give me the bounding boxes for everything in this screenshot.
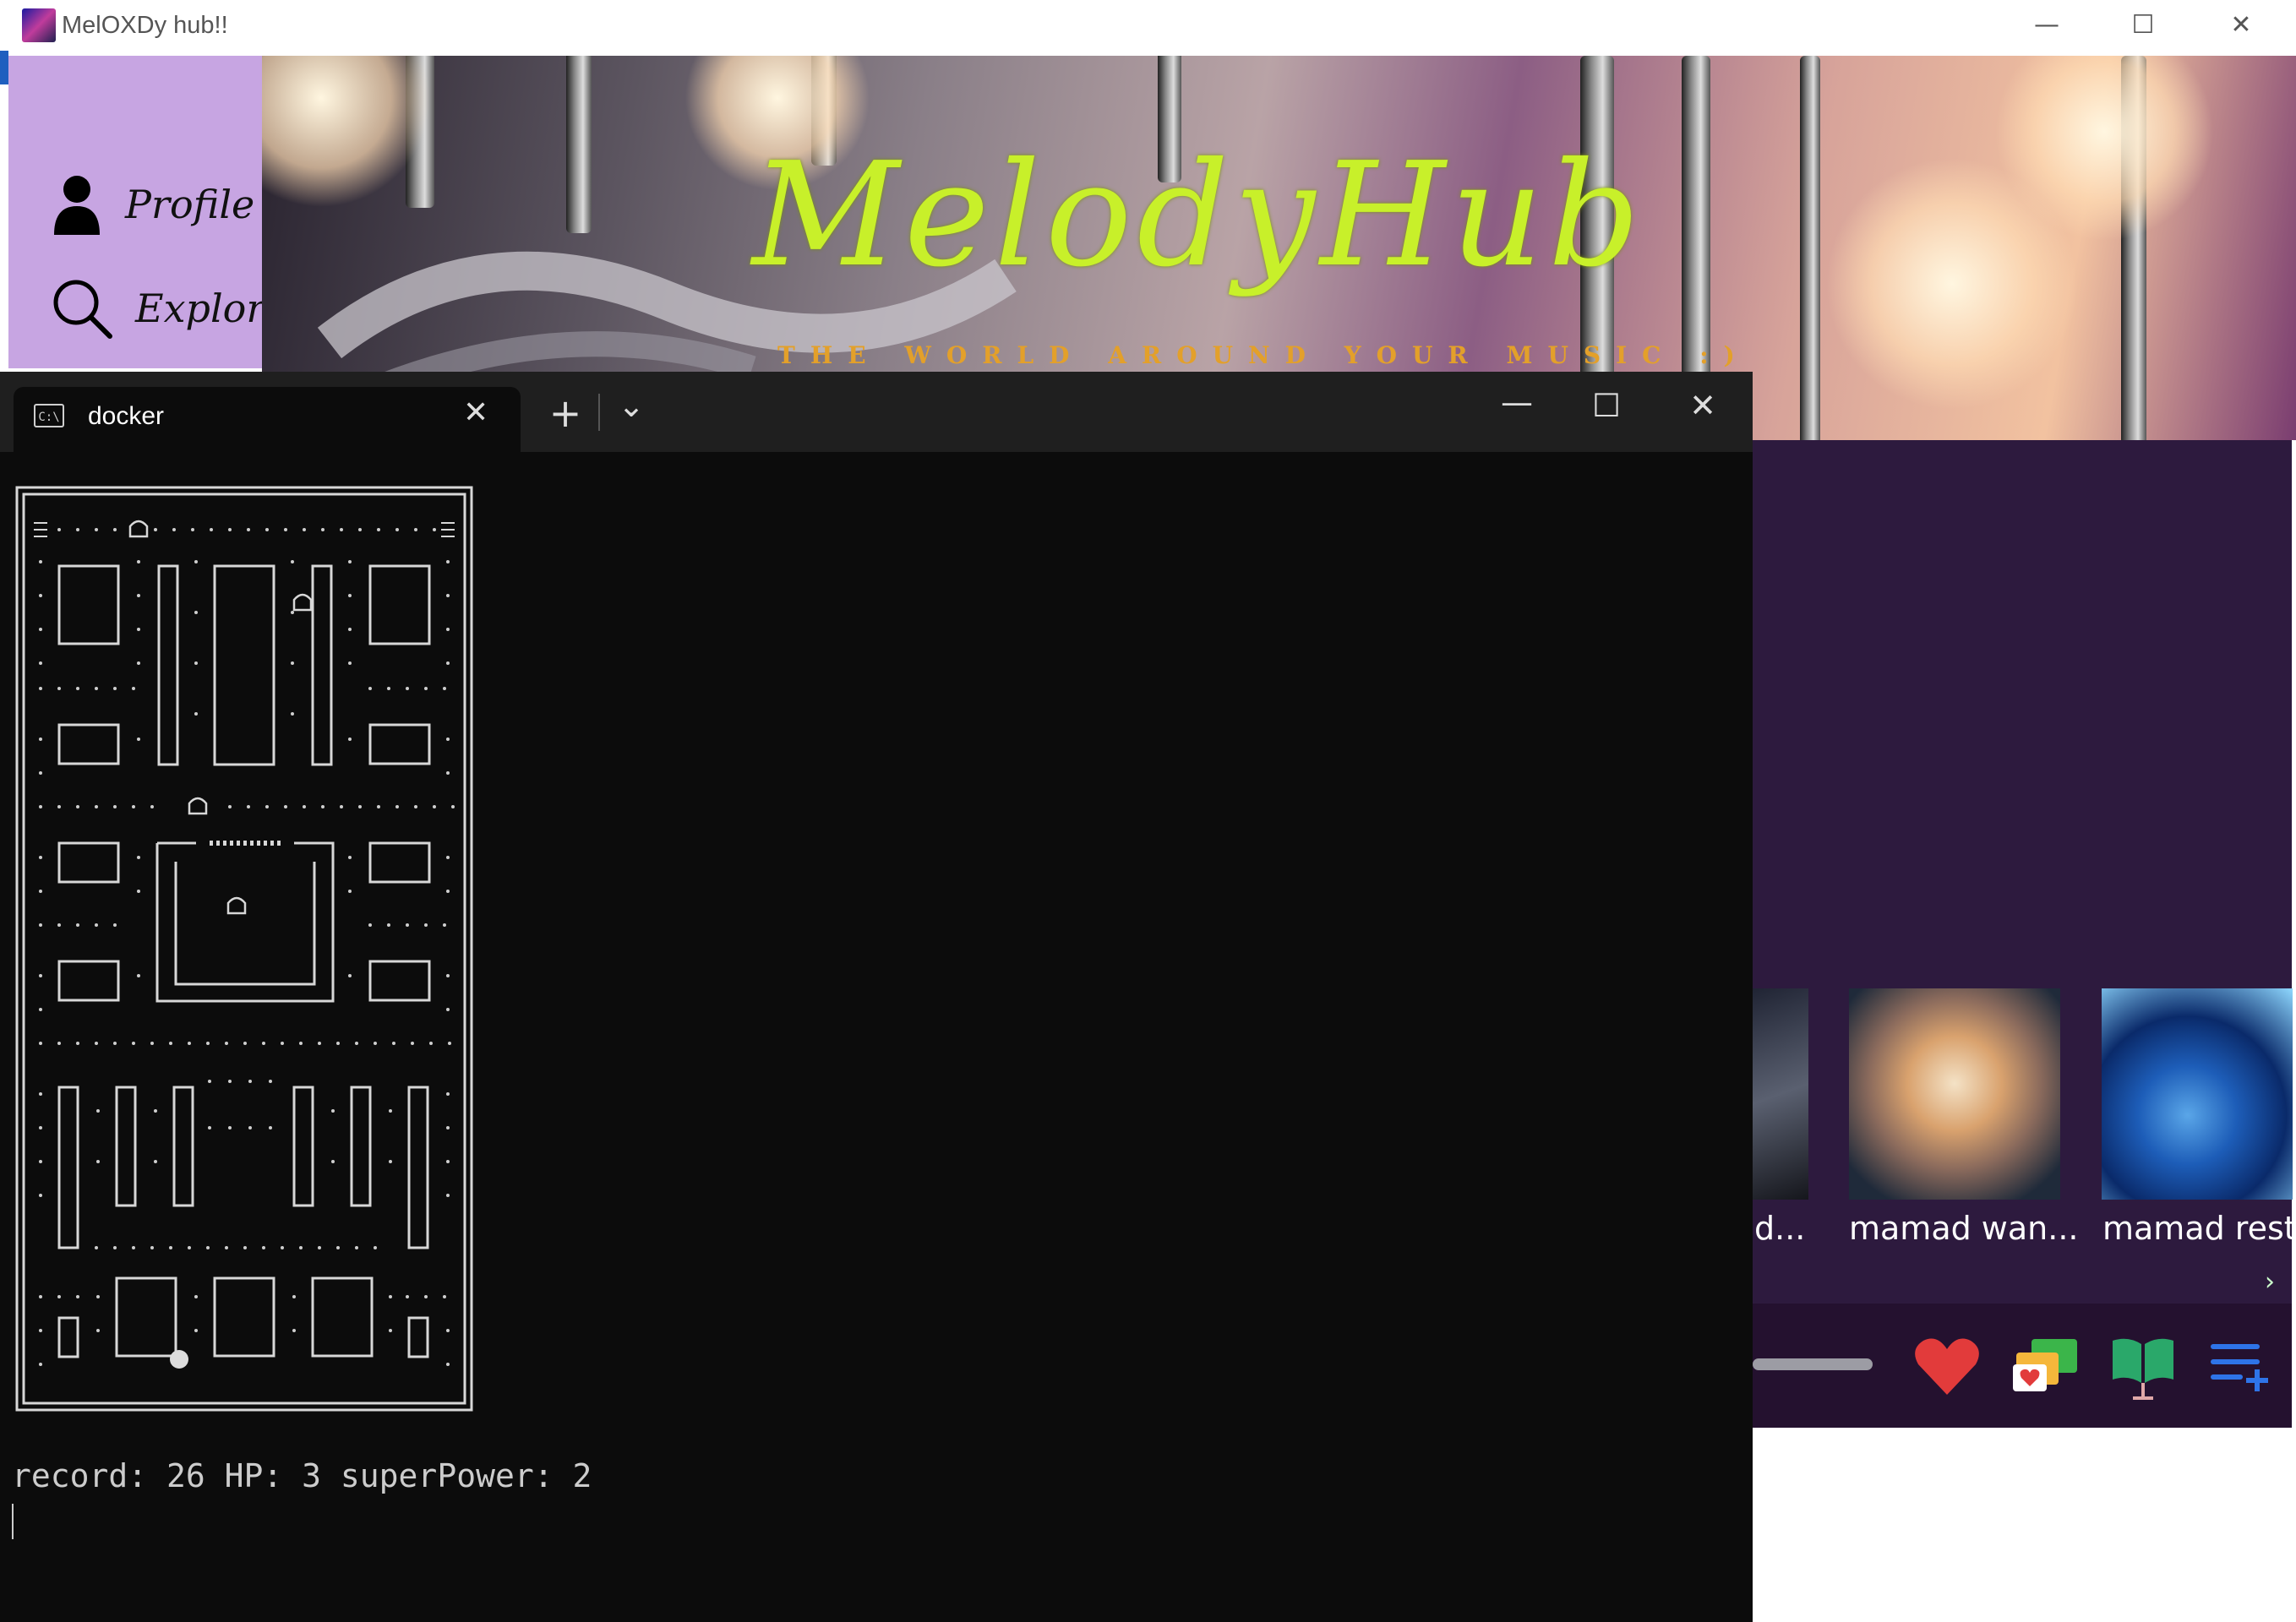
tab-divider <box>598 394 600 431</box>
maze-wall <box>311 1276 374 1358</box>
maze-wall <box>311 564 333 766</box>
maze-wall <box>350 1086 372 1207</box>
chevron-right-icon[interactable]: › <box>2265 1267 2275 1297</box>
track-title[interactable]: d... <box>1754 1210 1805 1247</box>
maze-wall <box>57 841 120 884</box>
ghost-icon <box>226 896 247 915</box>
maze-wall <box>172 1086 194 1207</box>
maze-wall <box>57 1086 79 1249</box>
banner-decoration <box>1800 56 1820 440</box>
pellet-row <box>39 1295 446 1298</box>
maze-outer-wall <box>15 486 473 1412</box>
maze-wall <box>57 1316 79 1358</box>
ghost-icon <box>188 797 208 815</box>
melodyhub-logo: MelodyHub <box>752 132 1645 299</box>
ghost-icon <box>128 520 149 538</box>
terminal-minimize-button[interactable]: — <box>1487 384 1546 426</box>
maze-wall <box>213 564 275 766</box>
melodyhub-titlebar[interactable]: MelOXDy hub!! — ☐ ✕ <box>0 0 2296 56</box>
ghost-house <box>155 841 335 1003</box>
app-logo-icon <box>22 8 56 42</box>
window-title: MelOXDy hub!! <box>62 12 228 39</box>
maze-wall <box>157 564 179 766</box>
maze-wall <box>368 723 431 765</box>
maze-wall <box>292 1086 314 1207</box>
banner-tagline: THE WORLD AROUND YOUR MUSIC :) <box>777 341 1750 369</box>
tab-dropdown-button[interactable]: ⌄ <box>610 387 652 429</box>
maze-wall <box>407 1086 429 1249</box>
terminal-tab-bar[interactable]: C:\ docker ✕ + ⌄ — ☐ ✕ <box>0 372 1753 452</box>
maze-inner-wall <box>22 493 466 1405</box>
add-to-playlist-icon[interactable] <box>2206 1331 2277 1402</box>
person-icon <box>54 176 100 235</box>
maze-wall <box>368 841 431 884</box>
comments-icon[interactable] <box>2011 1331 2082 1402</box>
pellet-row <box>95 1246 377 1249</box>
pellet-row <box>39 923 446 927</box>
pellet-row <box>39 805 455 808</box>
power-pellet-icon <box>441 522 455 537</box>
pacman-player <box>170 1350 188 1369</box>
lyrics-book-icon[interactable] <box>2108 1331 2179 1402</box>
search-icon <box>53 280 112 339</box>
pacman-maze <box>15 486 473 1412</box>
sidebar-item-profile[interactable]: Profile <box>51 174 254 235</box>
maze-wall <box>57 960 120 1002</box>
tab-docker[interactable]: C:\ docker ✕ <box>14 387 521 452</box>
tab-title: docker <box>88 402 165 430</box>
maximize-button[interactable]: ☐ <box>2118 7 2168 44</box>
terminal-close-button[interactable]: ✕ <box>1673 387 1732 429</box>
terminal-cursor <box>12 1504 14 1539</box>
track-title[interactable]: mamad wan... <box>1849 1210 2079 1247</box>
pellet-row <box>39 1042 451 1045</box>
album-cover[interactable] <box>1849 988 2060 1200</box>
pellet-row <box>57 528 436 531</box>
track-title[interactable]: mamad rest. <box>2102 1210 2296 1247</box>
close-button[interactable]: ✕ <box>2216 7 2266 44</box>
new-tab-button[interactable]: + <box>544 390 586 436</box>
command-prompt-icon: C:\ <box>34 404 64 427</box>
maze-wall <box>115 1276 177 1358</box>
ghost-icon <box>292 593 313 612</box>
album-cover[interactable] <box>2102 988 2293 1200</box>
sidebar-item-label: Profile <box>125 182 255 227</box>
game-status-line: record: 26 HP: 3 superPower: 2 <box>12 1457 592 1494</box>
power-pellet-icon <box>34 522 47 537</box>
heart-icon[interactable] <box>1912 1331 1982 1402</box>
maze-wall <box>368 564 431 645</box>
maze-wall <box>407 1316 429 1358</box>
minimize-button[interactable]: — <box>2021 7 2072 44</box>
maze-wall <box>57 723 120 765</box>
sidebar: Profile Explore <box>8 56 288 368</box>
seek-bar[interactable] <box>1753 1358 1873 1370</box>
maze-wall <box>57 564 120 645</box>
maze-wall <box>213 1276 275 1358</box>
pellet-row <box>39 687 446 690</box>
window-edge <box>0 51 8 84</box>
tab-close-icon[interactable]: ✕ <box>463 395 488 430</box>
terminal-maximize-button[interactable]: ☐ <box>1577 387 1636 429</box>
album-cover[interactable] <box>1753 988 1808 1200</box>
terminal-output[interactable]: record: 26 HP: 3 superPower: 2 <box>0 452 1753 1622</box>
maze-wall <box>115 1086 137 1207</box>
sidebar-item-explore[interactable]: Explore <box>51 277 288 340</box>
terminal-window: C:\ docker ✕ + ⌄ — ☐ ✕ record: 26 HP: 3 … <box>0 372 1753 1622</box>
ghost-house-inner <box>174 862 316 986</box>
maze-wall <box>368 960 431 1002</box>
pellet-column <box>39 560 450 1366</box>
